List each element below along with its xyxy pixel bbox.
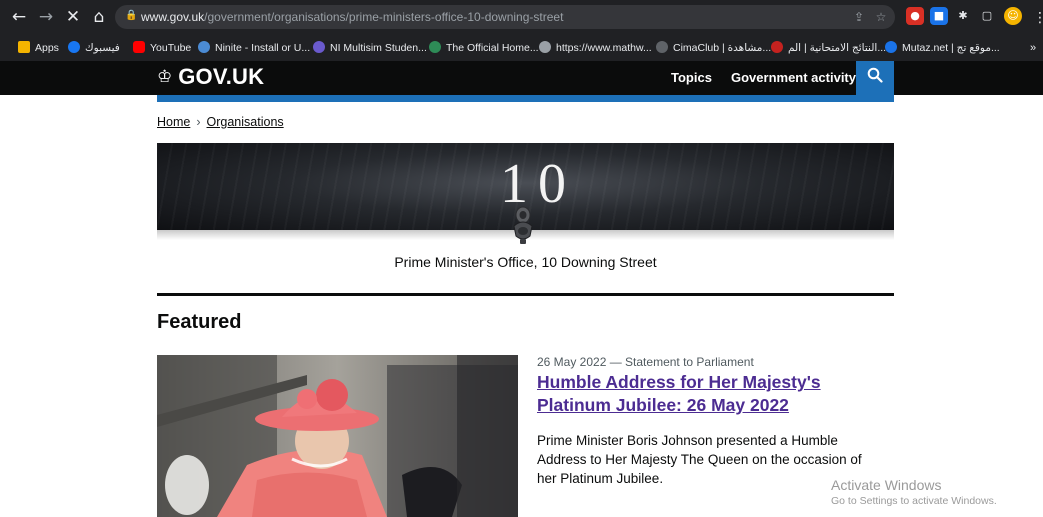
nav-government-activity[interactable]: Government activity [731,68,856,88]
bookmark-label: Apps [35,42,59,54]
url-host: www.gov.uk [141,10,205,24]
crown-icon: ♔ [157,67,173,87]
browser-chrome: ← → ✕ ⌂ 🔒 www.gov.uk/government/organisa… [0,0,1043,61]
section-divider [157,293,894,296]
activate-windows-watermark: Activate Windows Go to Settings to activ… [831,476,997,508]
bookmark-ninite[interactable]: Ninite - Install or U... [198,39,310,57]
browser-toolbar: ← → ✕ ⌂ 🔒 www.gov.uk/government/organisa… [0,0,1043,34]
breadcrumb-home[interactable]: Home [157,115,190,129]
globe-icon [429,41,441,53]
bookmark-youtube[interactable]: YouTube [133,39,191,57]
bookmark-official-home[interactable]: The Official Home... [429,39,539,57]
apps-grid-icon [18,41,30,53]
bookmark-label: فيسبوك [85,42,120,54]
bookmark-label: NI Multisim Studen... [330,42,427,54]
search-button[interactable] [856,61,894,95]
ninite-icon [198,41,210,53]
bookmark-results[interactable]: النتائج الامتحانية | الم... [771,39,886,57]
nav-topics[interactable]: Topics [671,68,712,88]
breadcrumb: Home › Organisations [157,114,284,130]
breadcrumb-separator: › [196,115,201,129]
bookmark-label: YouTube [150,42,192,54]
organisation-name: Prime Minister's Office, 10 Downing Stre… [394,254,657,270]
home-icon[interactable]: ⌂ [88,6,110,28]
bookmark-label: النتائج الامتحانية | الم... [788,42,887,54]
globe-icon [539,41,551,53]
header-accent-bar [157,95,894,102]
extension-icon[interactable]: ■ [930,7,948,25]
results-icon [771,41,783,53]
url-path: /government/organisations/prime-minister… [204,10,564,24]
bookmark-label: The Official Home... [446,42,539,54]
bookmark-cimaclub[interactable]: CimaClub | مشاهدة... [656,39,771,57]
featured-photo [157,355,518,517]
bookmark-label: Mutaz.net | موقع تج... [902,42,1000,54]
govuk-logo[interactable]: ♔ GOV.UK [157,63,264,91]
bookmarks-bar: Apps فيسبوك YouTube Ninite - Install or … [0,35,1043,61]
forward-icon[interactable]: → [35,6,57,28]
watermark-title: Activate Windows [831,477,942,493]
bookmark-label: https://www.mathw... [556,42,652,54]
bookmark-label: CimaClub | مشاهدة... [673,42,772,54]
adblock-extension-icon[interactable]: ● [906,7,924,25]
govuk-logo-text: GOV.UK [178,64,265,89]
bookmark-multisim[interactable]: NI Multisim Studen... [313,39,427,57]
featured-description: Prime Minister Boris Johnson presented a… [537,433,862,486]
back-icon[interactable]: ← [8,6,30,28]
lock-icon: 🔒 [125,10,138,21]
search-icon [867,67,883,83]
menu-icon[interactable]: ⋮ [1033,6,1043,28]
side-panel-icon[interactable]: ▢ [978,7,996,25]
bookmark-mutaz[interactable]: Mutaz.net | موقع تج... [885,39,1000,57]
address-url[interactable]: www.gov.uk/government/organisations/prim… [141,9,563,25]
breadcrumb-organisations[interactable]: Organisations [207,115,284,129]
mutaz-icon [885,41,897,53]
more-bookmarks-button[interactable]: » [1030,39,1036,57]
door-knocker-icon [513,206,533,244]
featured-meta: 26 May 2022 — Statement to Parliament [537,355,754,369]
star-icon[interactable]: ☆ [872,8,890,26]
puzzle-extensions-icon[interactable]: ✱ [954,7,972,25]
featured-heading: Featured [157,311,242,333]
share-icon[interactable]: ⇪ [850,8,868,26]
bookmark-mathworks[interactable]: https://www.mathw... [539,39,652,57]
bookmark-label: Ninite - Install or U... [215,42,311,54]
featured-image[interactable] [157,355,518,517]
bookmark-apps[interactable]: Apps [18,39,59,57]
bookmark-facebook[interactable]: فيسبوك [68,39,120,57]
watermark-subtitle: Go to Settings to activate Windows. [831,495,997,507]
youtube-icon [133,41,145,53]
featured-title-link[interactable]: Humble Address for Her Majesty's Platinu… [537,371,867,417]
facebook-icon [68,41,80,53]
profile-avatar-icon[interactable]: ☺ [1004,7,1022,25]
multisim-icon [313,41,325,53]
cimaclub-icon [656,41,668,53]
close-icon[interactable]: ✕ [62,6,84,28]
address-bar[interactable]: 🔒 www.gov.uk/government/organisations/pr… [115,5,895,29]
